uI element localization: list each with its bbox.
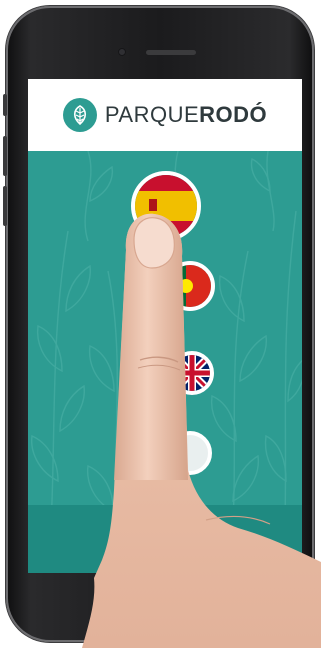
- language-flag-icon[interactable]: [168, 431, 212, 475]
- volume-down-button: [3, 186, 7, 226]
- leaf-icon: [62, 98, 97, 132]
- brand-name-bold: RODÓ: [199, 102, 268, 127]
- bottom-band: [28, 505, 302, 573]
- brand-logo-text: PARQUERODÓ: [105, 102, 267, 128]
- app-screen: PARQUERODÓ: [28, 79, 302, 573]
- earpiece-speaker: [146, 50, 196, 55]
- english-flag-icon[interactable]: [170, 351, 214, 395]
- volume-up-button: [3, 136, 7, 176]
- front-camera: [118, 48, 126, 56]
- spanish-flag-icon[interactable]: [131, 171, 201, 241]
- mute-switch: [3, 94, 7, 116]
- brand-name-light: PARQUE: [104, 102, 200, 127]
- app-header: PARQUERODÓ: [28, 79, 302, 151]
- portuguese-flag-icon[interactable]: [165, 261, 215, 311]
- language-selection-area: [28, 151, 302, 573]
